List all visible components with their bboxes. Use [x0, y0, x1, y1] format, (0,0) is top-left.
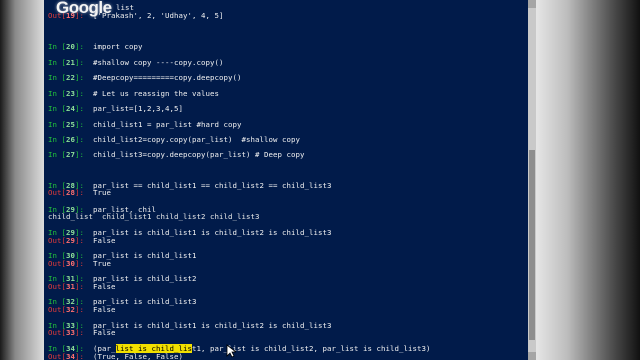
- prompt-number: 22: [66, 73, 75, 82]
- prompt-suffix: ]:: [75, 305, 93, 314]
- output-prompt: Out[: [48, 236, 66, 245]
- frame-edge-left: [0, 0, 44, 360]
- output-value: True: [93, 259, 111, 268]
- output-prompt: Out[: [48, 282, 66, 291]
- scroll-up-arrow-icon[interactable]: [528, 0, 536, 8]
- console-output-line: Out[32]: False: [48, 305, 116, 314]
- console-scrollbar[interactable]: [528, 0, 536, 360]
- prompt-suffix: ]:: [75, 259, 93, 268]
- scroll-down-arrow-icon[interactable]: [528, 352, 536, 360]
- input-code[interactable]: # Let us reassign the values: [93, 89, 219, 98]
- input-prompt: In [: [48, 89, 66, 98]
- input-prompt: In [: [48, 120, 66, 129]
- input-code[interactable]: child_list2=copy.copy(par_list) #shallow…: [93, 135, 300, 144]
- console-input-line: In [23]: # Let us reassign the values: [48, 89, 219, 98]
- console-input-line: In [21]: #shallow copy ----copy.copy(): [48, 58, 224, 67]
- mouse-cursor-icon: [226, 344, 236, 358]
- prompt-number: 33: [66, 328, 75, 337]
- output-value: True: [93, 188, 111, 197]
- output-prompt: Out[: [48, 352, 66, 360]
- output-value: (True, False, False): [93, 352, 183, 360]
- prompt-number: 20: [66, 42, 75, 51]
- console-completion-list: child_list child_list1 child_list2 child…: [48, 212, 259, 221]
- prompt-suffix: ]:: [75, 42, 93, 51]
- google-logo: Google: [56, 0, 112, 17]
- console-input-line: In [27]: child_list3=copy.deepcopy(par_l…: [48, 150, 304, 159]
- output-prompt: Out[: [48, 259, 66, 268]
- prompt-number: 27: [66, 150, 75, 159]
- console-input-line: In [25]: child_list1 = par_list #hard co…: [48, 120, 242, 129]
- prompt-number: 26: [66, 135, 75, 144]
- video-frame: list Out[19]: ['Prakash', 2, 'Udhay', 4, …: [0, 0, 640, 360]
- output-value: ['Prakash', 2, 'Udhay', 4, 5]: [93, 11, 224, 20]
- input-prompt: In [: [48, 73, 66, 82]
- prompt-number: 21: [66, 58, 75, 67]
- output-value: False: [93, 236, 116, 245]
- input-code[interactable]: par_list is child_list1 is child_list2 i…: [93, 228, 331, 237]
- output-prompt: Out[: [48, 188, 66, 197]
- console-output-line: Out[29]: False: [48, 236, 116, 245]
- prompt-suffix: ]:: [75, 135, 93, 144]
- console-output-line: Out[31]: False: [48, 282, 116, 291]
- scroll-thumb[interactable]: [529, 150, 535, 340]
- prompt-suffix: ]:: [75, 352, 93, 360]
- prompt-suffix: ]:: [75, 120, 93, 129]
- completion-text: child_list child_list1 child_list2 child…: [48, 212, 260, 221]
- console-output-line: Out[34]: (True, False, False): [48, 352, 183, 360]
- prompt-suffix: ]:: [75, 89, 93, 98]
- input-code[interactable]: #Deepcopy=========copy.deepcopy(): [93, 73, 242, 82]
- prompt-suffix: ]:: [75, 328, 93, 337]
- output-value: False: [93, 282, 116, 291]
- input-code[interactable]: par_list is child_list1 is child_list2 i…: [93, 321, 331, 330]
- prompt-number: 29: [66, 236, 75, 245]
- input-code[interactable]: child_list3=copy.deepcopy(par_list) # De…: [93, 150, 304, 159]
- input-prompt: In [: [48, 42, 66, 51]
- input-code[interactable]: par_list=[1,2,3,4,5]: [93, 104, 183, 113]
- prompt-number: 31: [66, 282, 75, 291]
- prompt-suffix: ]:: [75, 282, 93, 291]
- console-input-line: In [24]: par_list=[1,2,3,4,5]: [48, 104, 183, 113]
- console-output-line: Out[33]: False: [48, 328, 116, 337]
- output-value: False: [93, 305, 116, 314]
- input-code[interactable]: par_list == child_list1 == child_list2 =…: [93, 181, 331, 190]
- prompt-number: 32: [66, 305, 75, 314]
- console-input-line: In [26]: child_list2=copy.copy(par_list)…: [48, 135, 300, 144]
- input-prompt: In [: [48, 150, 66, 159]
- console-window[interactable]: list Out[19]: ['Prakash', 2, 'Udhay', 4, …: [44, 0, 536, 360]
- input-code[interactable]: child_list1 = par_list #hard copy: [93, 120, 242, 129]
- prompt-suffix: ]:: [75, 104, 93, 113]
- prompt-suffix: ]:: [75, 58, 93, 67]
- prompt-suffix: ]:: [75, 73, 93, 82]
- input-prompt: In [: [48, 135, 66, 144]
- console-input-line: In [20]: import copy: [48, 42, 143, 51]
- input-prompt: In [: [48, 104, 66, 113]
- prompt-suffix: ]:: [75, 150, 93, 159]
- output-prompt: Out[: [48, 305, 66, 314]
- prompt-number: 30: [66, 259, 75, 268]
- output-prompt: Out[: [48, 328, 66, 337]
- console-output-line: Out[28]: True: [48, 188, 111, 197]
- prompt-number: 25: [66, 120, 75, 129]
- console-input-line: In [22]: #Deepcopy=========copy.deepcopy…: [48, 73, 242, 82]
- prompt-suffix: ]:: [75, 236, 93, 245]
- prompt-number: 24: [66, 104, 75, 113]
- output-value: False: [93, 328, 116, 337]
- input-prompt: In [: [48, 58, 66, 67]
- input-code[interactable]: #shallow copy ----copy.copy(): [93, 58, 224, 67]
- frame-edge-right: [536, 0, 640, 360]
- prompt-suffix: ]:: [75, 188, 93, 197]
- prompt-number: 34: [66, 352, 75, 360]
- prompt-number: 28: [66, 188, 75, 197]
- console-output-line: Out[30]: True: [48, 259, 111, 268]
- input-code[interactable]: import copy: [93, 42, 143, 51]
- prompt-number: 23: [66, 89, 75, 98]
